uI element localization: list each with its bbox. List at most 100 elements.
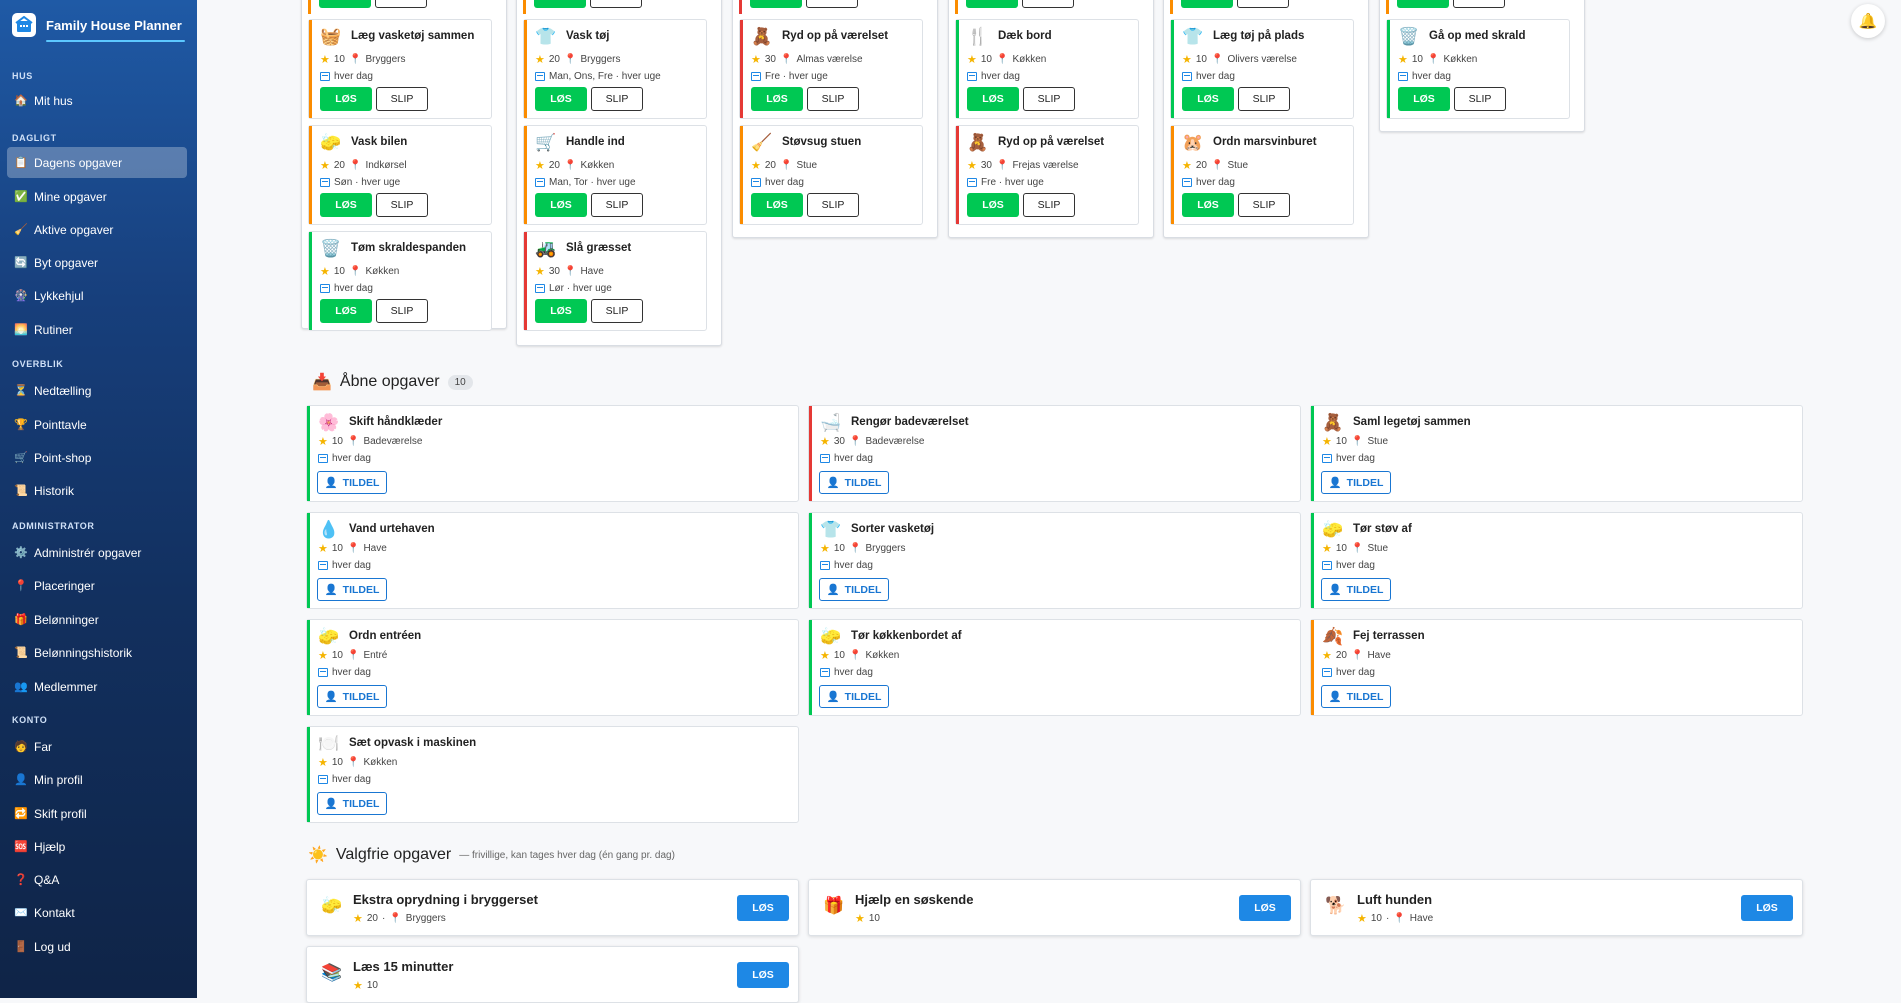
assign-button[interactable]: 👤 TILDEL xyxy=(317,685,387,708)
task-accent-bar xyxy=(1311,406,1314,501)
solve-button[interactable]: LØS xyxy=(535,193,587,217)
release-button[interactable] xyxy=(1237,0,1289,8)
sidebar-item-lykkehjul[interactable]: 🎡 Lykkehjul xyxy=(7,280,187,311)
solve-button[interactable]: LØS xyxy=(320,87,372,111)
task-icon: 👕 xyxy=(820,520,842,539)
sidebar-item-mit-hus[interactable]: 🏠 Mit hus xyxy=(7,85,187,116)
sidebar-item-pointtavle[interactable]: 🏆 Pointtavle xyxy=(7,409,187,440)
task-title: Tør støv af xyxy=(1353,523,1412,535)
sidebar-item-placeringer[interactable]: 📍 Placeringer xyxy=(7,570,187,601)
solve-button[interactable]: LØS xyxy=(320,299,372,323)
solve-button[interactable]: LØS xyxy=(535,87,587,111)
solve-button[interactable]: LØS xyxy=(967,193,1019,217)
sidebar-item-byt-opgaver[interactable]: 🔄 Byt opgaver xyxy=(7,247,187,278)
open-task-card: 🍽️ Sæt opvask i maskinen ★ 10 📍 Køkken hver da… xyxy=(306,726,799,823)
solve-button[interactable]: LØS xyxy=(751,87,803,111)
solve-button[interactable] xyxy=(1397,0,1449,8)
sidebar-item-historik[interactable]: 📜 Historik xyxy=(7,475,187,506)
release-button[interactable]: SLIP xyxy=(591,193,643,217)
release-button[interactable]: SLIP xyxy=(1238,87,1290,111)
solve-button[interactable]: LØS xyxy=(967,87,1019,111)
sidebar-item-kontakt[interactable]: ✉️ Kontakt xyxy=(7,897,187,928)
sidebar-item-aktive-opgaver[interactable]: 🧹 Aktive opgaver xyxy=(7,214,187,245)
sidebar-item-mine-opgaver[interactable]: ✅ Mine opgaver xyxy=(7,181,187,212)
notification-bell-icon[interactable]: 🔔 xyxy=(1851,4,1885,38)
location-pin-icon: 📍 xyxy=(564,54,577,65)
release-button[interactable] xyxy=(1453,0,1505,8)
sidebar-item-rutiner[interactable]: 🌅 Rutiner xyxy=(7,314,187,345)
release-button[interactable]: SLIP xyxy=(376,299,428,323)
release-button[interactable]: SLIP xyxy=(1238,193,1290,217)
sidebar-item-dagens-opgaver[interactable]: 📋 Dagens opgaver xyxy=(7,147,187,178)
release-button[interactable]: SLIP xyxy=(1023,87,1075,111)
sidebar-item-qa[interactable]: ❓ Q&A xyxy=(7,864,187,895)
sidebar-item-min-profil[interactable]: 👤 Min profil xyxy=(7,764,187,795)
solve-button[interactable] xyxy=(750,0,802,8)
solve-button[interactable]: LØS xyxy=(1182,87,1234,111)
task-points: 20 xyxy=(1335,650,1347,661)
release-button[interactable] xyxy=(590,0,642,8)
release-button[interactable]: SLIP xyxy=(807,87,859,111)
solve-button[interactable] xyxy=(319,0,371,8)
star-icon: ★ xyxy=(855,913,865,925)
nedtaelling-icon: ⏳ xyxy=(14,385,28,397)
location-pin-icon: 📍 xyxy=(564,160,577,171)
release-button[interactable]: SLIP xyxy=(807,193,859,217)
release-button[interactable]: SLIP xyxy=(591,299,643,323)
release-button[interactable] xyxy=(375,0,427,8)
calendar-icon xyxy=(318,668,328,677)
sidebar-item-nedtaelling[interactable]: ⏳ Nedtælling xyxy=(7,375,187,406)
solve-button[interactable]: LØS xyxy=(737,962,789,988)
sidebar-item-beloenninger[interactable]: 🎁 Belønninger xyxy=(7,604,187,635)
assign-button[interactable]: 👤 TILDEL xyxy=(317,578,387,601)
assign-button[interactable]: 👤 TILDEL xyxy=(819,471,889,494)
task-icon: 🧸 xyxy=(751,27,773,46)
solve-button[interactable] xyxy=(1181,0,1233,8)
release-button[interactable] xyxy=(1022,0,1074,8)
brand[interactable]: Family House Planner xyxy=(0,0,197,40)
solve-button[interactable] xyxy=(534,0,586,8)
assign-button[interactable]: 👤 TILDEL xyxy=(317,792,387,815)
release-button[interactable] xyxy=(806,0,858,8)
solve-button[interactable] xyxy=(966,0,1018,8)
sidebar-item-profile-far[interactable]: 🧑 Far xyxy=(7,731,187,762)
sidebar-item-beloenningshistorik[interactable]: 📜 Belønningshistorik xyxy=(7,637,187,668)
location-pin-icon: 📍 xyxy=(1351,436,1364,447)
task-title: Hjælp en søskende xyxy=(855,892,974,907)
task-accent-bar xyxy=(1171,20,1174,118)
release-button[interactable]: SLIP xyxy=(376,193,428,217)
sidebar-item-log-ud[interactable]: 🚪 Log ud xyxy=(7,931,187,962)
sidebar-item-skift-profil[interactable]: 🔁 Skift profil xyxy=(7,798,187,829)
assign-button[interactable]: 👤 TILDEL xyxy=(1321,471,1391,494)
solve-button[interactable]: LØS xyxy=(737,895,789,921)
release-button[interactable]: SLIP xyxy=(376,87,428,111)
solve-button[interactable]: LØS xyxy=(1741,895,1793,921)
release-button[interactable]: SLIP xyxy=(1023,193,1075,217)
task-icon: 🧸 xyxy=(967,133,989,152)
task-title: Læs 15 minutter xyxy=(353,959,454,974)
sidebar-item-point-shop[interactable]: 🛒 Point-shop xyxy=(7,442,187,473)
assign-button[interactable]: 👤 TILDEL xyxy=(1321,685,1391,708)
release-button[interactable]: SLIP xyxy=(591,87,643,111)
star-icon: ★ xyxy=(353,913,363,925)
assign-button[interactable]: 👤 TILDEL xyxy=(1321,578,1391,601)
star-icon: ★ xyxy=(1322,436,1332,448)
sidebar-item-administrer-opgaver[interactable]: ⚙️ Administrér opgaver xyxy=(7,537,187,568)
open-task-card: 🧸 Saml legetøj sammen ★ 10 📍 Stue hver dag 👤 TIL… xyxy=(1310,405,1803,502)
sidebar-item-label: Q&A xyxy=(34,872,60,887)
release-button[interactable]: SLIP xyxy=(1454,87,1506,111)
solve-button[interactable]: LØS xyxy=(320,193,372,217)
task-accent-bar xyxy=(809,620,812,715)
solve-button[interactable]: LØS xyxy=(535,299,587,323)
star-icon: ★ xyxy=(320,266,330,278)
solve-button[interactable]: LØS xyxy=(1239,895,1291,921)
sidebar-item-medlemmer[interactable]: 👥 Medlemmer xyxy=(7,671,187,702)
assign-button[interactable]: 👤 TILDEL xyxy=(819,578,889,601)
solve-button[interactable]: LØS xyxy=(1398,87,1450,111)
solve-button[interactable]: LØS xyxy=(751,193,803,217)
solve-button[interactable]: LØS xyxy=(1182,193,1234,217)
calendar-icon xyxy=(967,178,977,187)
assign-button[interactable]: 👤 TILDEL xyxy=(819,685,889,708)
sidebar-item-hjaelp[interactable]: 🆘 Hjælp xyxy=(7,831,187,862)
assign-button[interactable]: 👤 TILDEL xyxy=(317,471,387,494)
